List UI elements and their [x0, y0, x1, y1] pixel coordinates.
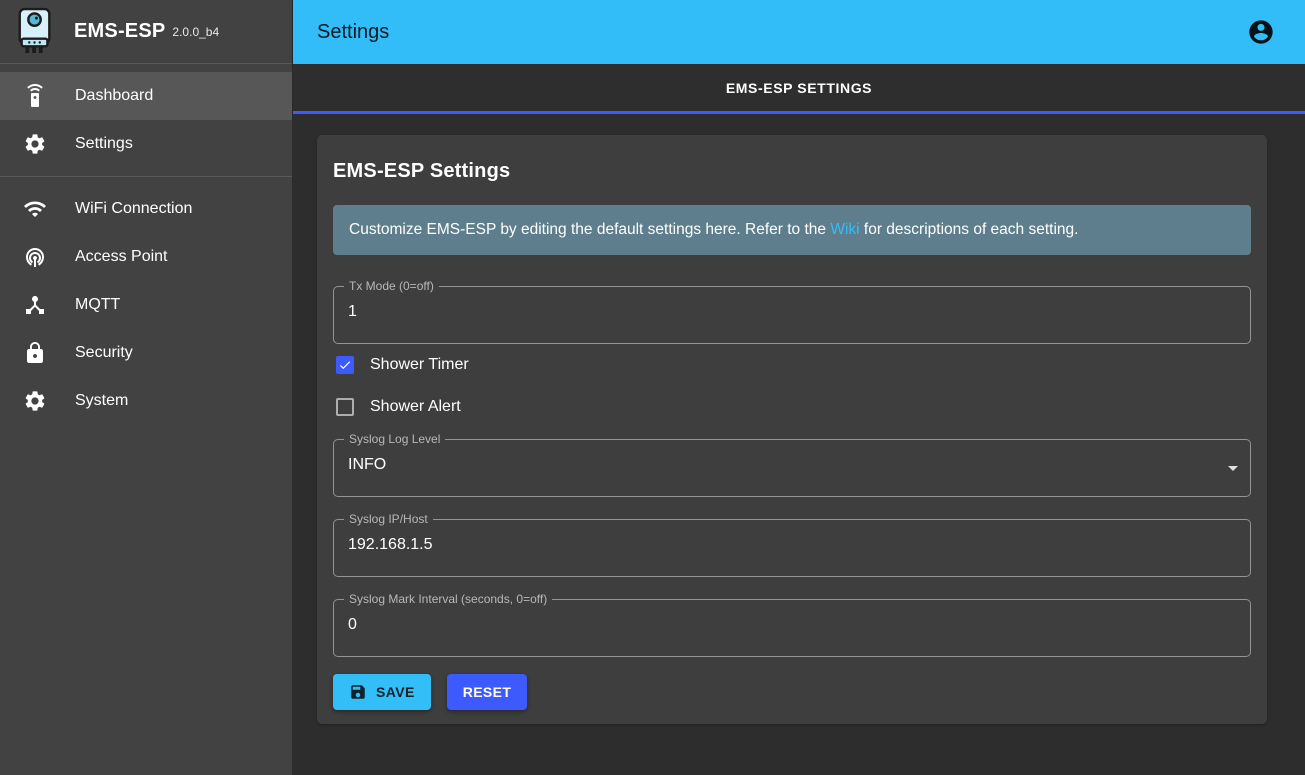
sidebar-item-access-point[interactable]: Access Point: [0, 233, 292, 281]
save-button-label: SAVE: [376, 684, 415, 700]
shower-timer-label: Shower Timer: [370, 356, 469, 374]
banner-text: Customize EMS-ESP by editing the default…: [349, 221, 830, 238]
main-area: Settings EMS-ESP SETTINGS EMS-ESP Settin…: [293, 0, 1305, 775]
wiki-link[interactable]: Wiki: [830, 221, 859, 238]
boiler-logo: [14, 7, 56, 57]
gear-icon: [23, 132, 47, 156]
reset-button[interactable]: RESET: [447, 674, 528, 710]
syslog-host-label: Syslog IP/Host: [344, 511, 433, 528]
content-area: EMS-ESP Settings Customize EMS-ESP by ed…: [293, 114, 1305, 775]
wifi-icon: [23, 197, 47, 221]
sidebar-nav: Dashboard Settings WiFi Connection Acc: [0, 64, 292, 425]
sidebar-item-label: Dashboard: [75, 87, 153, 105]
chevron-down-icon: [1221, 456, 1245, 480]
app-title: EMS-ESP: [74, 20, 165, 43]
lock-icon: [23, 341, 47, 365]
settings-card: EMS-ESP Settings Customize EMS-ESP by ed…: [317, 135, 1267, 724]
sidebar-item-label: WiFi Connection: [75, 200, 192, 218]
brand-header: EMS-ESP 2.0.0_b4: [0, 0, 292, 64]
sidebar-item-label: Access Point: [75, 248, 167, 266]
app-bar: Settings: [293, 0, 1305, 64]
reset-button-label: RESET: [463, 684, 512, 700]
tab-bar: EMS-ESP SETTINGS: [293, 64, 1305, 114]
save-icon: [349, 683, 367, 701]
syslog-mark-interval-label: Syslog Mark Interval (seconds, 0=off): [344, 591, 552, 608]
sidebar-item-label: System: [75, 392, 128, 410]
app-window: EMS-ESP 2.0.0_b4 Dashboard Settings: [0, 0, 1305, 775]
sidebar-item-settings[interactable]: Settings: [0, 120, 292, 168]
wifi-tethering-icon: [23, 245, 47, 269]
syslog-level-value: INFO: [334, 456, 1221, 480]
syslog-mark-interval-input[interactable]: [334, 600, 1250, 656]
sidebar: EMS-ESP 2.0.0_b4 Dashboard Settings: [0, 0, 293, 775]
sidebar-item-security[interactable]: Security: [0, 329, 292, 377]
sidebar-divider: [0, 176, 292, 177]
banner-text: for descriptions of each setting.: [860, 221, 1079, 238]
sidebar-item-label: Settings: [75, 135, 133, 153]
shower-timer-checkbox-row[interactable]: Shower Timer: [333, 344, 1251, 386]
shower-alert-checkbox-row[interactable]: Shower Alert: [333, 386, 1251, 428]
account-button[interactable]: [1241, 12, 1281, 52]
info-banner: Customize EMS-ESP by editing the default…: [333, 205, 1251, 255]
sidebar-item-system[interactable]: System: [0, 377, 292, 425]
tab-ems-esp-settings[interactable]: EMS-ESP SETTINGS: [726, 80, 872, 96]
syslog-mark-interval-field: Syslog Mark Interval (seconds, 0=off): [333, 599, 1251, 657]
sidebar-item-wifi-connection[interactable]: WiFi Connection: [0, 185, 292, 233]
app-version: 2.0.0_b4: [172, 25, 219, 39]
syslog-level-label: Syslog Log Level: [344, 431, 445, 448]
checkbox-unchecked-icon[interactable]: [336, 398, 354, 416]
save-button[interactable]: SAVE: [333, 674, 431, 710]
sidebar-item-dashboard[interactable]: Dashboard: [0, 72, 292, 120]
tx-mode-input[interactable]: [334, 287, 1250, 343]
button-row: SAVE RESET: [333, 674, 1251, 710]
gear-icon: [23, 389, 47, 413]
settings-remote-icon: [23, 84, 47, 108]
checkbox-checked-icon[interactable]: [336, 356, 354, 374]
sidebar-item-label: Security: [75, 344, 133, 362]
device-hub-icon: [23, 293, 47, 317]
sidebar-item-label: MQTT: [75, 296, 120, 314]
syslog-host-input[interactable]: [334, 520, 1250, 576]
tx-mode-label: Tx Mode (0=off): [344, 278, 439, 295]
page-title: Settings: [317, 21, 1241, 44]
tx-mode-field: Tx Mode (0=off): [333, 286, 1251, 344]
card-title: EMS-ESP Settings: [333, 157, 1251, 185]
account-circle-icon: [1247, 18, 1275, 46]
shower-alert-label: Shower Alert: [370, 398, 461, 416]
sidebar-item-mqtt[interactable]: MQTT: [0, 281, 292, 329]
syslog-host-field: Syslog IP/Host: [333, 519, 1251, 577]
syslog-level-select[interactable]: Syslog Log Level INFO: [333, 439, 1251, 497]
